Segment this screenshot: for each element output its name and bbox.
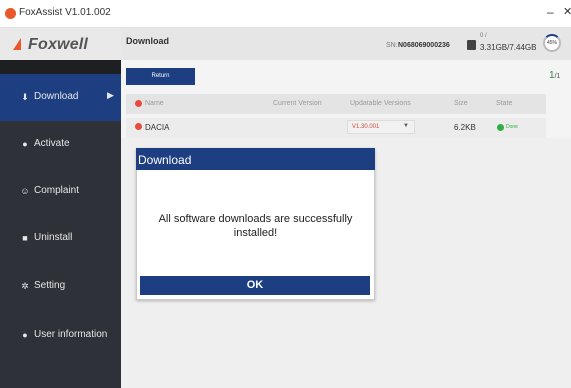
download-icon: ⬇	[21, 92, 29, 102]
activate-icon: ●	[22, 139, 28, 149]
page-title: Download	[126, 36, 169, 46]
page-indicator: 1/1	[549, 70, 560, 81]
sidebar-item-label: Download	[34, 91, 79, 102]
minimize-button[interactable]: –	[547, 5, 554, 19]
page-total: /1	[554, 73, 561, 80]
chevron-down-icon[interactable]: ▼	[403, 123, 409, 129]
column-current-version: Current Version	[273, 100, 322, 107]
row-select-icon[interactable]	[135, 123, 142, 130]
active-arrow-icon: ▶	[107, 90, 114, 100]
sidebar-item-label: User information	[34, 329, 108, 340]
done-status-icon	[497, 124, 504, 131]
app-logo-icon	[5, 8, 16, 19]
serial-number-value: N068069000236	[398, 42, 450, 49]
sidebar-item-activate[interactable]: ● Activate	[0, 121, 121, 168]
sidebar-item-user-information[interactable]: ● User information	[0, 312, 121, 359]
sidebar-item-label: Setting	[34, 280, 66, 291]
sidebar-item-setting[interactable]: ✲ Setting	[0, 263, 121, 310]
column-name: Name	[145, 100, 164, 107]
row-name: DACIA	[145, 123, 170, 132]
foxwell-logo-icon	[13, 38, 21, 50]
trash-icon: ■	[22, 233, 28, 243]
sidebar-item-label: Activate	[34, 138, 70, 149]
close-button[interactable]: ✕	[563, 5, 571, 18]
row-size: 6.2KB	[454, 123, 476, 132]
sidebar-item-download[interactable]: ⬇ Download ▶	[0, 74, 121, 121]
table-header	[126, 94, 546, 114]
select-all-icon[interactable]	[135, 100, 142, 107]
user-icon: ●	[22, 330, 28, 340]
window-title: FoxAssist V1.01.002	[19, 7, 111, 18]
dialog-message: All software downloads are successfully …	[158, 213, 353, 239]
sidebar-item-label: Uninstall	[34, 232, 73, 243]
complaint-icon: ☺	[20, 186, 30, 196]
column-updatable-versions: Updatable Versions	[350, 100, 411, 107]
gear-icon: ✲	[21, 281, 29, 291]
column-state: State	[496, 100, 513, 107]
sidebar-top-strip	[0, 60, 121, 74]
serial-number-label: SN:	[386, 42, 398, 49]
storage-value: 3.31GB/7.44GB	[480, 43, 537, 52]
brand-name: Foxwell	[28, 36, 89, 53]
storage-label: 0 /	[480, 33, 487, 39]
sidebar-item-uninstall[interactable]: ■ Uninstall	[0, 215, 121, 262]
return-button[interactable]: Return	[126, 68, 195, 85]
row-updatable-version: V1.30.001	[352, 124, 380, 130]
sidebar-item-complaint[interactable]: ☺ Complaint	[0, 168, 121, 215]
ok-button[interactable]: OK	[140, 276, 370, 295]
storage-gauge: 45%	[543, 34, 561, 52]
column-size: Size	[454, 100, 468, 107]
dialog-title: Download	[138, 153, 192, 167]
sidebar-item-label: Complaint	[34, 185, 80, 196]
table-row[interactable]	[126, 118, 546, 138]
row-state: Done	[506, 124, 518, 130]
sd-card-icon	[467, 40, 476, 50]
